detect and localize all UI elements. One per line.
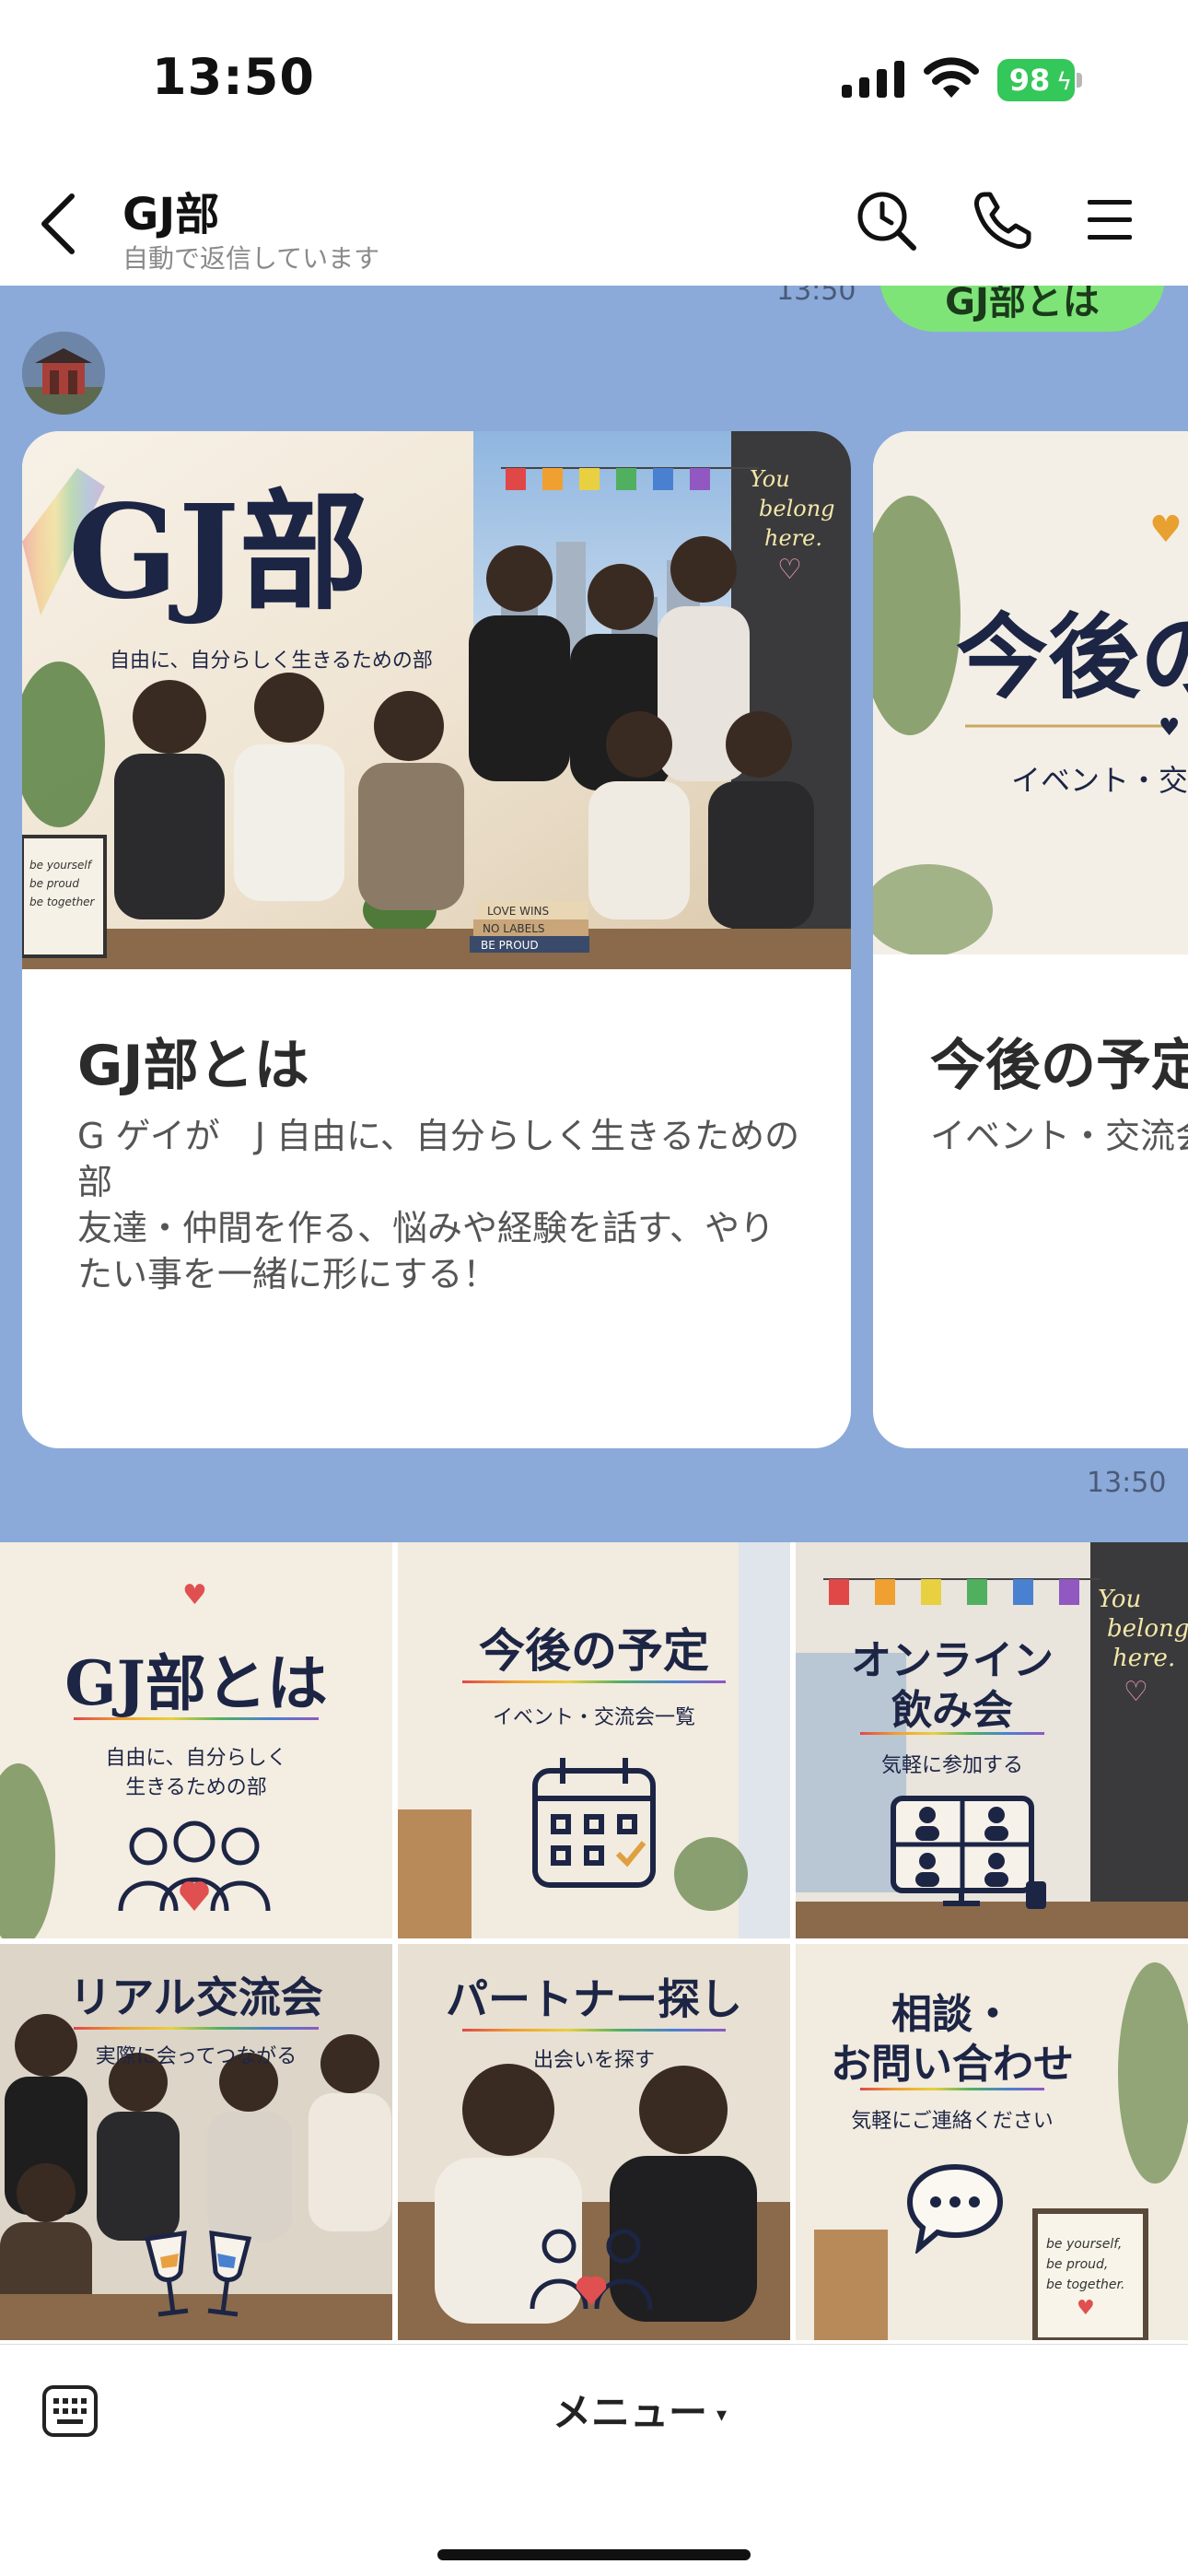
status-time: 13:50 bbox=[152, 48, 315, 106]
couple-icon bbox=[530, 2229, 653, 2310]
svg-text:今後の: 今後の bbox=[956, 603, 1188, 711]
tile-subtitle: 気軽に参加する bbox=[880, 1754, 1023, 1777]
rich-menu-tile-real-meetup[interactable]: リアル交流会 実際に会ってつながる bbox=[0, 1944, 392, 2340]
svg-text:be yourself: be yourself bbox=[29, 859, 93, 872]
sent-message-time: 13:50 bbox=[776, 286, 856, 307]
tile-heading: 今後の予定 bbox=[479, 1623, 709, 1678]
svg-text:LOVE WINS: LOVE WINS bbox=[487, 905, 549, 918]
svg-text:♡: ♡ bbox=[777, 554, 802, 586]
status-bar: 13:50 98 ϟ bbox=[0, 0, 1188, 161]
rich-menu-tile-online-drinks[interactable]: You belong here. ♡ オンライン 飲み会 気軽に参加する bbox=[796, 1542, 1188, 1938]
hamburger-menu-icon[interactable] bbox=[1084, 194, 1136, 246]
battery-level: 98 bbox=[1008, 63, 1051, 98]
tile-subtitle: 気軽にご連絡ください bbox=[851, 2110, 1054, 2133]
card-hero-image: ♥ 今後の ♥ イベント・交 bbox=[873, 431, 1188, 954]
svg-text:♡: ♡ bbox=[1124, 1676, 1148, 1708]
tile-heading: 飲み会 bbox=[891, 1687, 1013, 1734]
card-description-line: G ゲイが J 自由に、自分らしく生きるための部 bbox=[77, 1116, 800, 1202]
svg-text:GJ部: GJ部 bbox=[68, 477, 368, 628]
tile-heading: パートナー探し bbox=[446, 1974, 742, 2024]
search-clock-icon[interactable] bbox=[855, 189, 919, 253]
tile-subtitle: イベント・交流会一覧 bbox=[492, 1706, 695, 1729]
svg-text:belong: belong bbox=[759, 496, 835, 521]
tile-subtitle: 実際に会ってつながる bbox=[95, 2045, 297, 2068]
svg-text:You: You bbox=[1098, 1586, 1141, 1613]
tile-subtitle: 生きるための部 bbox=[125, 1776, 267, 1799]
tile-subtitle: 出会いを探す bbox=[532, 2049, 655, 2072]
card-description: イベント・交流会 bbox=[930, 1113, 1188, 1159]
svg-text:be together.: be together. bbox=[1046, 2277, 1124, 2292]
card-description: G ゲイが J 自由に、自分らしく生きるための部 友達・仲間を作る、悩みや経験を… bbox=[77, 1113, 805, 1297]
svg-text:♥: ♥ bbox=[1077, 2297, 1095, 2320]
flex-card-schedule[interactable]: ♥ 今後の ♥ イベント・交 今後の予定 イベント・交流会 bbox=[873, 431, 1188, 1448]
chat-title[interactable]: GJ部 bbox=[122, 178, 219, 242]
speech-bubble-icon bbox=[906, 2163, 1004, 2254]
tile-heading: リアル交流会 bbox=[69, 1973, 323, 2022]
svg-text:BE PROUD: BE PROUD bbox=[481, 939, 539, 952]
svg-text:belong: belong bbox=[1107, 1615, 1188, 1643]
sent-message-bubble[interactable]: GJ部とは bbox=[879, 286, 1165, 332]
calendar-icon bbox=[532, 1758, 656, 1888]
svg-text:NO LABELS: NO LABELS bbox=[483, 922, 545, 935]
people-icon bbox=[118, 1821, 271, 1912]
keyboard-icon[interactable] bbox=[41, 2383, 99, 2439]
chat-messages-area[interactable]: GJ部とは 13:50 GJ部 自由に、自分らしく生きるための部 You bel… bbox=[0, 286, 1188, 1542]
svg-text:♥: ♥ bbox=[1159, 714, 1180, 742]
cheers-icon bbox=[144, 2231, 252, 2317]
rich-menu-tile-partner[interactable]: パートナー探し 出会いを探す bbox=[398, 1944, 790, 2340]
bottom-bar: メニュー ▾ bbox=[0, 2344, 1188, 2576]
phone-icon[interactable] bbox=[970, 189, 1034, 253]
svg-text:be yourself,: be yourself, bbox=[1046, 2237, 1122, 2252]
rich-menu-tile-about[interactable]: ♥ GJ部とは 自由に、自分らしく 生きるための部 bbox=[0, 1542, 392, 1938]
card-title: GJ部とは bbox=[77, 1034, 309, 1098]
chevron-down-icon: ▾ bbox=[716, 2404, 728, 2427]
svg-text:be proud,: be proud, bbox=[1046, 2257, 1108, 2272]
cellular-signal-icon bbox=[842, 61, 904, 98]
avatar[interactable] bbox=[22, 332, 105, 415]
video-call-icon bbox=[891, 1796, 1046, 1909]
tile-subtitle: 自由に、自分らしく bbox=[105, 1747, 287, 1770]
svg-text:be proud: be proud bbox=[29, 877, 79, 890]
card-description-line: 友達・仲間を作る、悩みや経験を話す、やりたい事を一緒に形にする！ bbox=[77, 1208, 775, 1294]
home-indicator[interactable] bbox=[437, 2549, 751, 2560]
tile-heading: GJ部とは bbox=[64, 1647, 328, 1719]
battery-indicator: 98 ϟ bbox=[997, 59, 1082, 101]
tile-heading: お問い合わせ bbox=[831, 2041, 1074, 2088]
flex-card-about[interactable]: GJ部 自由に、自分らしく生きるための部 You belong here. ♡ bbox=[22, 431, 851, 1448]
card-hero-image: GJ部 自由に、自分らしく生きるための部 You belong here. ♡ bbox=[22, 431, 851, 969]
svg-text:here.: here. bbox=[764, 525, 822, 551]
rich-menu-tile-contact[interactable]: be yourself, be proud, be together. ♥ 相談… bbox=[796, 1944, 1188, 2340]
charging-bolt-icon: ϟ bbox=[1056, 68, 1073, 96]
svg-text:♥: ♥ bbox=[1149, 509, 1182, 551]
rich-menu-tile-schedule[interactable]: 今後の予定 イベント・交流会一覧 bbox=[398, 1542, 790, 1938]
chat-status-subtitle: 自動で返信しています bbox=[122, 243, 380, 274]
svg-text:You: You bbox=[750, 466, 790, 492]
svg-text:イベント・交: イベント・交 bbox=[1011, 763, 1188, 798]
rich-menu: ♥ GJ部とは 自由に、自分らしく 生きるための部 今後の予定 イベント・交流会… bbox=[0, 1542, 1188, 2344]
shrine-avatar-image bbox=[22, 332, 105, 415]
svg-text:be together: be together bbox=[29, 896, 96, 908]
received-message-time: 13:50 bbox=[1087, 1467, 1167, 1499]
wifi-icon bbox=[924, 57, 979, 98]
sent-message-text: GJ部とは bbox=[945, 286, 1100, 323]
card-description-line: イベント・交流会 bbox=[930, 1116, 1188, 1156]
card-title: 今後の予定 bbox=[930, 1034, 1188, 1098]
chat-header: GJ部 自動で返信しています bbox=[0, 161, 1188, 286]
svg-text:自由に、自分らしく生きるための部: 自由に、自分らしく生きるための部 bbox=[110, 650, 433, 673]
menu-toggle-label: メニュー bbox=[553, 2390, 708, 2435]
back-chevron-icon[interactable] bbox=[33, 189, 85, 259]
rich-menu-toggle-button[interactable]: メニュー ▾ bbox=[553, 2382, 727, 2438]
svg-text:here.: here. bbox=[1112, 1645, 1175, 1672]
